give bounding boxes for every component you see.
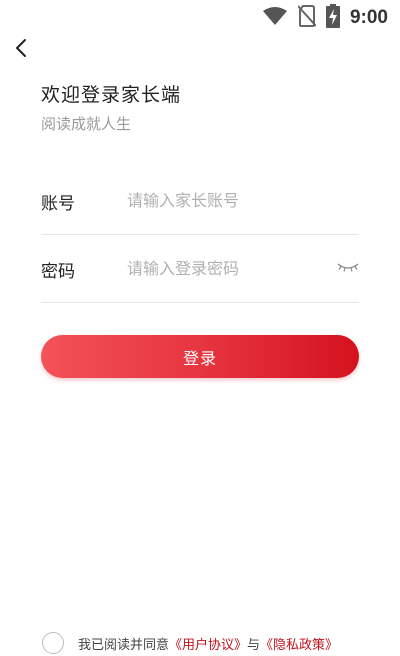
password-row: 密码: [41, 236, 359, 303]
wifi-icon: [262, 6, 288, 30]
status-bar: 9:00: [0, 0, 400, 36]
no-sim-icon: [297, 5, 317, 31]
account-row: 账号: [41, 168, 359, 235]
battery-charging-icon: [325, 4, 340, 32]
account-input[interactable]: [127, 182, 327, 218]
password-label: 密码: [41, 262, 75, 282]
login-button[interactable]: 登录: [41, 335, 359, 378]
eye-closed-icon[interactable]: [337, 258, 359, 276]
status-icons: 9:00: [262, 4, 388, 32]
page-title: 欢迎登录家长端: [41, 84, 182, 106]
status-time: 9:00: [349, 7, 388, 28]
chevron-left-icon: [14, 37, 28, 63]
password-input[interactable]: [127, 250, 327, 286]
agreement-row: 我已阅读并同意 《用户协议》 与 《隐私政策》: [42, 630, 338, 656]
page-subtitle: 阅读成就人生: [41, 115, 132, 133]
agree-checkbox[interactable]: [42, 632, 64, 654]
account-label: 账号: [41, 194, 75, 214]
back-button[interactable]: [6, 36, 36, 64]
